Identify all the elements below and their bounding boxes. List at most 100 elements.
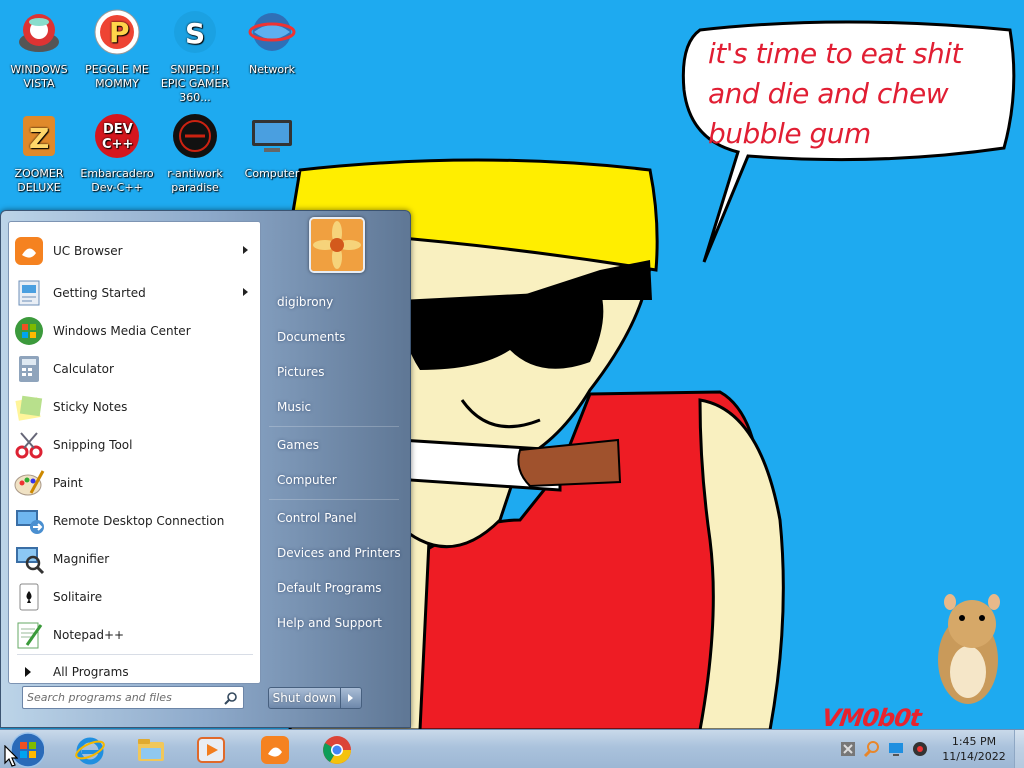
uc-browser-icon <box>261 735 289 764</box>
tray-network-icon[interactable] <box>886 739 906 759</box>
antiwork-icon <box>173 114 217 158</box>
search-icon[interactable] <box>224 691 238 705</box>
desktop-icon-devcpp[interactable]: DEV C++ Embarcadero Dev-C++ <box>79 112 155 195</box>
start-item-label: Magnifier <box>53 552 110 566</box>
getting-started-icon <box>18 280 40 306</box>
start-right-separator <box>269 426 399 427</box>
start-item-calculator[interactable]: Calculator <box>13 352 258 386</box>
start-right-help-support[interactable]: Help and Support <box>277 613 382 633</box>
start-search-box[interactable] <box>22 686 244 709</box>
calculator-icon <box>19 356 39 382</box>
desktop-icon-label: SNIPED!! EPIC GAMER 360... <box>160 63 230 104</box>
taskbar: 1:45 PM 11/14/2022 <box>0 729 1024 768</box>
system-tray <box>838 738 930 760</box>
media-player-icon <box>197 736 225 763</box>
taskbar-clock[interactable]: 1:45 PM 11/14/2022 <box>934 734 1014 764</box>
tray-magnifier-icon[interactable] <box>862 739 882 759</box>
start-item-solitaire[interactable]: Solitaire <box>13 580 258 614</box>
desktop-icon-label: PEGGLE ME MOMMY <box>85 63 149 90</box>
submenu-arrow-icon <box>243 288 248 296</box>
all-programs-label: All Programs <box>53 665 129 679</box>
start-item-label: Sticky Notes <box>53 400 128 414</box>
start-item-sticky-notes[interactable]: Sticky Notes <box>13 390 258 424</box>
solitaire-icon <box>19 583 39 611</box>
windows-explorer-icon <box>138 738 164 761</box>
start-menu-programs-pane: UC Browser Getting Started Windows Media… <box>8 221 261 684</box>
taskbar-media-player[interactable] <box>186 731 236 768</box>
sticky-notes-icon <box>15 395 43 421</box>
chrome-icon <box>323 735 351 764</box>
clock-time: 1:45 PM <box>951 735 997 748</box>
desktop-icon-label: WINDOWS VISTA <box>10 63 68 90</box>
wallpaper-signature: VM0b0t <box>820 704 923 732</box>
start-item-notepadpp[interactable]: Notepad++ <box>13 618 258 652</box>
computer-icon <box>252 120 292 152</box>
start-item-snipping-tool[interactable]: Snipping Tool <box>13 428 258 462</box>
start-item-uc-browser[interactable]: UC Browser <box>13 234 258 268</box>
start-item-label: Getting Started <box>53 286 146 300</box>
start-item-magnifier[interactable]: Magnifier <box>13 542 258 576</box>
shutdown-options-arrow-icon[interactable] <box>341 688 361 708</box>
speech-bubble-line: and die and chew <box>708 77 949 110</box>
desktop-icon-sniped[interactable]: S SNIPED!! EPIC GAMER 360... <box>157 8 233 105</box>
desktop-icon-antiwork[interactable]: r-antiwork paradise <box>157 112 233 195</box>
notepadpp-icon <box>17 622 43 649</box>
snipping-tool-icon <box>15 432 43 459</box>
shutdown-button[interactable]: Shut down <box>269 688 341 708</box>
desktop-icon-label: Embarcadero Dev-C++ <box>80 167 154 194</box>
show-desktop-button[interactable] <box>1014 730 1024 768</box>
clock-date: 11/14/2022 <box>942 750 1006 763</box>
start-item-getting-started[interactable]: Getting Started <box>13 276 258 310</box>
remote-desktop-icon <box>16 510 44 534</box>
start-right-pictures[interactable]: Pictures <box>277 362 325 382</box>
tray-volume-icon[interactable] <box>910 739 930 759</box>
taskbar-chrome[interactable] <box>312 731 362 768</box>
start-right-games[interactable]: Games <box>277 435 319 455</box>
start-right-devices-printers[interactable]: Devices and Printers <box>277 543 401 563</box>
paint-icon <box>14 470 45 496</box>
start-item-label: UC Browser <box>53 244 123 258</box>
svg-text:S: S <box>185 17 205 50</box>
speech-bubble-line: it's time to eat shit <box>708 37 962 70</box>
start-item-label: Windows Media Center <box>53 324 191 338</box>
desktop-icon-zoomer[interactable]: Z ZOOMER DELUXE <box>1 112 77 195</box>
start-right-computer[interactable]: Computer <box>277 470 337 490</box>
desktop-icon-windows-vista[interactable]: WINDOWS VISTA <box>1 8 77 91</box>
start-item-label: Remote Desktop Connection <box>53 514 225 528</box>
desktop-icon-label: Computer <box>244 167 300 180</box>
desktop-icon-peggle[interactable]: P PEGGLE ME MOMMY <box>79 8 155 91</box>
taskbar-uc-browser[interactable] <box>250 731 300 768</box>
flower-avatar-icon <box>311 219 363 271</box>
start-right-music[interactable]: Music <box>277 397 311 417</box>
taskbar-windows-explorer[interactable] <box>126 731 176 768</box>
start-right-separator <box>269 499 399 500</box>
desktop-icon-network[interactable]: Network <box>234 8 310 77</box>
start-item-paint[interactable]: Paint <box>13 466 258 500</box>
svg-text:Z: Z <box>29 122 49 155</box>
start-item-label: Notepad++ <box>53 628 125 642</box>
start-item-media-center[interactable]: Windows Media Center <box>13 314 258 348</box>
desktop-icon-label: ZOOMER DELUXE <box>14 167 64 194</box>
user-account-picture[interactable] <box>309 217 365 273</box>
uc-browser-icon <box>15 237 43 265</box>
start-menu-separator <box>17 654 253 655</box>
taskbar-internet-explorer[interactable] <box>65 731 115 768</box>
start-search-input[interactable] <box>27 689 217 706</box>
submenu-arrow-icon <box>243 246 248 254</box>
start-item-remote-desktop[interactable]: Remote Desktop Connection <box>13 504 258 538</box>
all-programs-button[interactable]: All Programs <box>19 659 129 685</box>
desktop-icon-computer[interactable]: Computer <box>234 112 310 181</box>
start-right-default-programs[interactable]: Default Programs <box>277 578 382 598</box>
desktop-icon-label: r-antiwork paradise <box>167 167 223 194</box>
tray-app-icon[interactable] <box>838 739 858 759</box>
start-item-label: Paint <box>53 476 83 490</box>
start-right-documents[interactable]: Documents <box>277 327 345 347</box>
devcpp-icon: DEV C++ <box>95 114 139 158</box>
devcpp-logo-line: C++ <box>102 137 133 152</box>
shutdown-control: Shut down <box>268 687 362 709</box>
svg-text:P: P <box>109 16 130 49</box>
start-right-user[interactable]: digibrony <box>277 292 333 312</box>
start-menu: UC Browser Getting Started Windows Media… <box>0 210 411 728</box>
peggle-icon: P <box>94 9 140 55</box>
start-right-control-panel[interactable]: Control Panel <box>277 508 357 528</box>
